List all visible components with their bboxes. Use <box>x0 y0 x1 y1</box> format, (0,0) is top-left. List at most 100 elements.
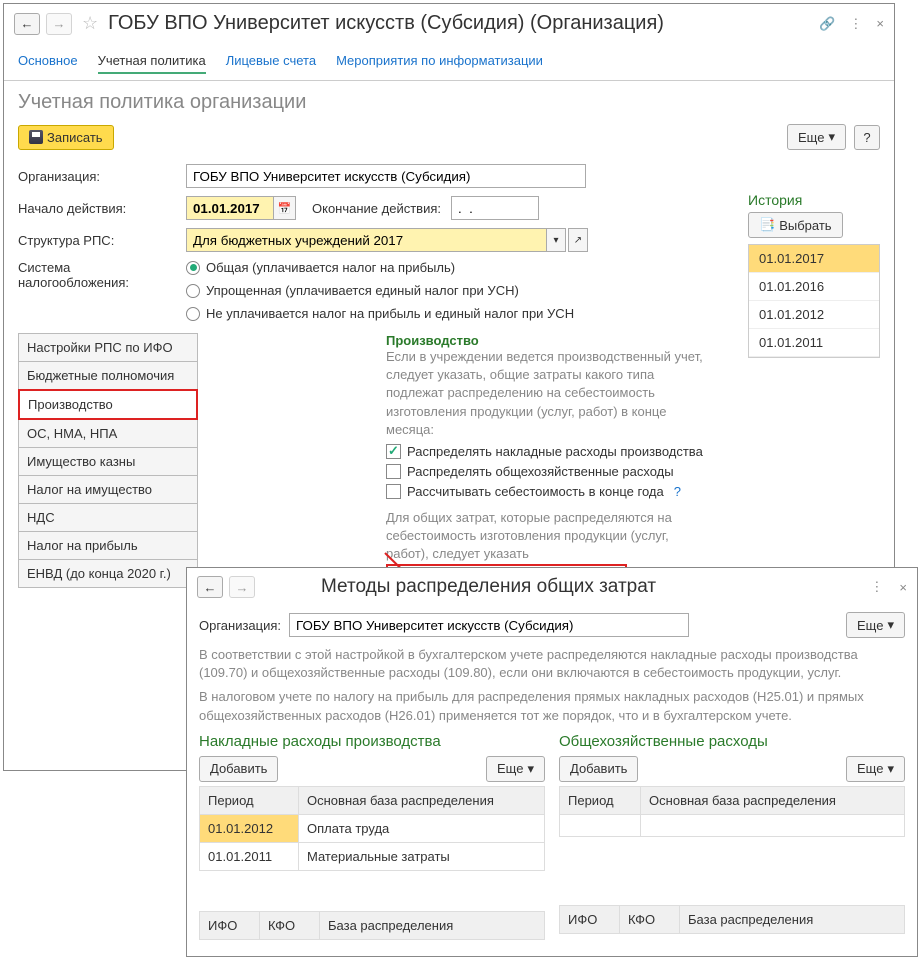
sub-forward-button[interactable]: → <box>229 576 255 598</box>
left-tab-profit-tax[interactable]: Налог на прибыль <box>18 531 198 560</box>
th-base2: База распределения <box>320 911 545 939</box>
history-item[interactable]: 01.01.2017 <box>749 245 879 273</box>
checkbox-general[interactable]: Распределять общехозяйственные расходы <box>386 464 714 479</box>
left-tab-treasury[interactable]: Имущество казны <box>18 447 198 476</box>
page-subtitle: Учетная политика организации <box>4 81 894 120</box>
col-more-button[interactable]: Еще ▾ <box>486 756 545 782</box>
menu-icon[interactable]: ⋮ <box>849 16 862 32</box>
left-tab-production[interactable]: Производство <box>18 389 198 420</box>
th-period: Период <box>200 786 299 814</box>
chevron-down-icon: ▾ <box>887 617 894 633</box>
help-button[interactable]: ? <box>854 125 880 150</box>
table-row[interactable]: 01.01.2012Оплата труда <box>200 814 545 842</box>
left-tab-os[interactable]: ОС, НМА, НПА <box>18 419 198 448</box>
rps-label: Структура РПС: <box>18 233 176 248</box>
general-column: Общехозяйственные расходы Добавить Еще ▾… <box>559 733 905 940</box>
left-tab-envd[interactable]: ЕНВД (до конца 2020 г.) <box>18 559 198 588</box>
calendar-icon[interactable]: 📅 <box>274 196 296 220</box>
general-title: Общехозяйственные расходы <box>559 733 905 750</box>
sub-org-label: Организация: <box>199 618 281 633</box>
general-detail-table: ИФОКФОБаза распределения <box>559 905 905 934</box>
checkbox-yearend[interactable]: Рассчитывать себестоимость в конце года? <box>386 484 714 499</box>
sub-info2: В налоговом учете по налогу на прибыль д… <box>199 688 905 724</box>
chevron-down-icon: ▾ <box>828 129 835 145</box>
th-base2: База распределения <box>680 905 905 933</box>
history-item[interactable]: 01.01.2012 <box>749 301 879 329</box>
history-item[interactable]: 01.01.2016 <box>749 273 879 301</box>
production-note: Для общих затрат, которые распределяются… <box>386 509 714 564</box>
production-intro: Если в учреждении ведется производственн… <box>386 348 714 439</box>
radio-icon <box>186 307 200 321</box>
tab-accounts[interactable]: Лицевые счета <box>226 49 316 74</box>
radio-icon <box>186 284 200 298</box>
chevron-down-icon: ▾ <box>887 761 894 777</box>
left-tab-property-tax[interactable]: Налог на имущество <box>18 475 198 504</box>
checkbox-overhead[interactable]: Распределять накладные расходы производс… <box>386 444 714 459</box>
help-icon[interactable]: ? <box>674 484 681 499</box>
tab-accounting-policy[interactable]: Учетная политика <box>98 49 206 74</box>
left-nav: Настройки РПС по ИФО Бюджетные полномочи… <box>18 333 198 587</box>
table-row[interactable]: 01.01.2011Материальные затраты <box>200 842 545 870</box>
overhead-table: ПериодОсновная база распределения 01.01.… <box>199 786 545 871</box>
col-more-button[interactable]: Еще ▾ <box>846 756 905 782</box>
checkbox-icon <box>386 484 401 499</box>
th-kfo: КФО <box>620 905 680 933</box>
disk-icon <box>29 130 43 144</box>
sub-titlebar: ← → Методы распределения общих затрат ⋮ … <box>187 568 917 606</box>
history-select-button[interactable]: 📑 Выбрать <box>748 212 843 238</box>
radio-icon <box>186 261 200 275</box>
tab-informatization[interactable]: Мероприятия по информатизации <box>336 49 543 74</box>
sub-back-button[interactable]: ← <box>197 576 223 598</box>
th-kfo: КФО <box>260 911 320 939</box>
sub-window-title: Методы распределения общих затрат <box>321 576 864 598</box>
checkbox-icon <box>386 444 401 459</box>
history-list: 01.01.2017 01.01.2016 01.01.2012 01.01.2… <box>748 244 880 358</box>
select-icon: 📑 <box>759 217 775 233</box>
left-tab-budget[interactable]: Бюджетные полномочия <box>18 361 198 390</box>
checkbox-icon <box>386 464 401 479</box>
th-base: Основная база распределения <box>641 786 905 814</box>
sub-menu-icon[interactable]: ⋮ <box>870 579 883 595</box>
more-button[interactable]: Еще ▾ <box>787 124 846 150</box>
back-button[interactable]: ← <box>14 13 40 35</box>
open-icon[interactable]: ↗ <box>568 228 588 252</box>
link-icon[interactable]: 🔗 <box>819 16 835 32</box>
tax-option-simplified[interactable]: Упрощенная (уплачивается единый налог пр… <box>186 283 574 298</box>
end-date-input[interactable] <box>451 196 539 220</box>
org-label: Организация: <box>18 169 176 184</box>
sub-more-button[interactable]: Еще ▾ <box>846 612 905 638</box>
production-title: Производство <box>386 333 714 348</box>
history-item[interactable]: 01.01.2011 <box>749 329 879 357</box>
overhead-detail-table: ИФОКФОБаза распределения <box>199 911 545 940</box>
dropdown-icon[interactable]: ▾ <box>546 228 566 252</box>
chevron-down-icon: ▾ <box>527 761 534 777</box>
th-ifo: ИФО <box>200 911 260 939</box>
forward-button[interactable]: → <box>46 13 72 35</box>
end-date-label: Окончание действия: <box>312 201 441 216</box>
sub-org-input[interactable] <box>289 613 689 637</box>
th-base: Основная база распределения <box>299 786 545 814</box>
start-date-input[interactable] <box>186 196 274 220</box>
tax-option-general[interactable]: Общая (уплачивается налог на прибыль) <box>186 260 574 275</box>
history-title: История <box>748 192 880 208</box>
tab-main[interactable]: Основное <box>18 49 78 74</box>
table-row[interactable] <box>560 814 905 836</box>
rps-select[interactable] <box>186 228 546 252</box>
tax-option-none[interactable]: Не уплачивается налог на прибыль и едины… <box>186 306 574 321</box>
titlebar: ← → ☆ ГОБУ ВПО Университет искусств (Суб… <box>4 4 894 43</box>
org-input[interactable] <box>186 164 586 188</box>
left-tab-rps-ifo[interactable]: Настройки РПС по ИФО <box>18 333 198 362</box>
close-icon[interactable]: × <box>876 16 884 32</box>
sub-close-icon[interactable]: × <box>899 580 907 595</box>
save-button[interactable]: Записать <box>18 125 114 150</box>
star-icon[interactable]: ☆ <box>82 13 98 34</box>
general-table: ПериодОсновная база распределения <box>559 786 905 837</box>
add-button[interactable]: Добавить <box>559 756 638 782</box>
methods-window: ← → Методы распределения общих затрат ⋮ … <box>186 567 918 957</box>
toolbar: Записать Еще ▾ ? <box>4 120 894 160</box>
tax-label: Система налогообложения: <box>18 260 176 290</box>
add-button[interactable]: Добавить <box>199 756 278 782</box>
overhead-title: Накладные расходы производства <box>199 733 545 750</box>
overhead-column: Накладные расходы производства Добавить … <box>199 733 545 940</box>
left-tab-vat[interactable]: НДС <box>18 503 198 532</box>
